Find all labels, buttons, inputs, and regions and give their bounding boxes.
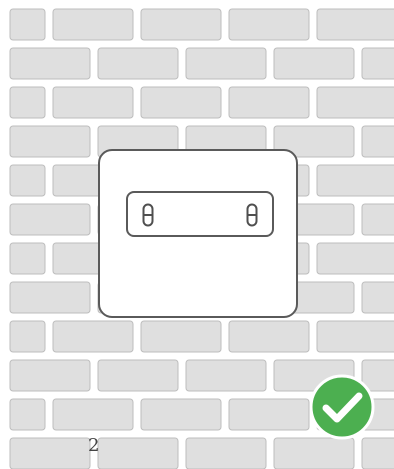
brick [9, 164, 46, 197]
brick [361, 203, 394, 236]
brick [52, 8, 134, 41]
brick [97, 359, 179, 392]
brick [9, 398, 46, 431]
brick [185, 47, 267, 80]
brick [228, 320, 310, 353]
brick [140, 398, 222, 431]
brick [9, 320, 46, 353]
brick [9, 242, 46, 275]
brick [185, 359, 267, 392]
brick [9, 437, 91, 469]
brick [273, 47, 355, 80]
brick [52, 320, 134, 353]
brick [185, 437, 267, 469]
brick [9, 125, 91, 158]
brick [228, 398, 310, 431]
brick [316, 164, 394, 197]
brick [97, 47, 179, 80]
brick [316, 320, 394, 353]
brick [316, 8, 394, 41]
keyhole-slot-icon [246, 203, 258, 227]
brick [9, 47, 91, 80]
brick [140, 320, 222, 353]
brick [9, 359, 91, 392]
brick [361, 437, 394, 469]
mounting-plate[interactable] [126, 191, 274, 237]
brick [140, 8, 222, 41]
brick [9, 86, 46, 119]
brick [97, 437, 179, 469]
brick [361, 281, 394, 314]
brick [273, 437, 355, 469]
brick [9, 203, 91, 236]
brick [361, 125, 394, 158]
brick [228, 86, 310, 119]
brick [228, 8, 310, 41]
brick [52, 86, 134, 119]
brick [140, 86, 222, 119]
brick [316, 242, 394, 275]
page-number: 2 [88, 435, 100, 456]
keyhole-slot-icon [142, 203, 154, 227]
wall-mounted-sign[interactable] [98, 149, 298, 318]
checkmark-icon[interactable] [309, 374, 375, 440]
brick [9, 8, 46, 41]
brick [361, 47, 394, 80]
brick [9, 281, 91, 314]
brick [316, 86, 394, 119]
brick [52, 398, 134, 431]
